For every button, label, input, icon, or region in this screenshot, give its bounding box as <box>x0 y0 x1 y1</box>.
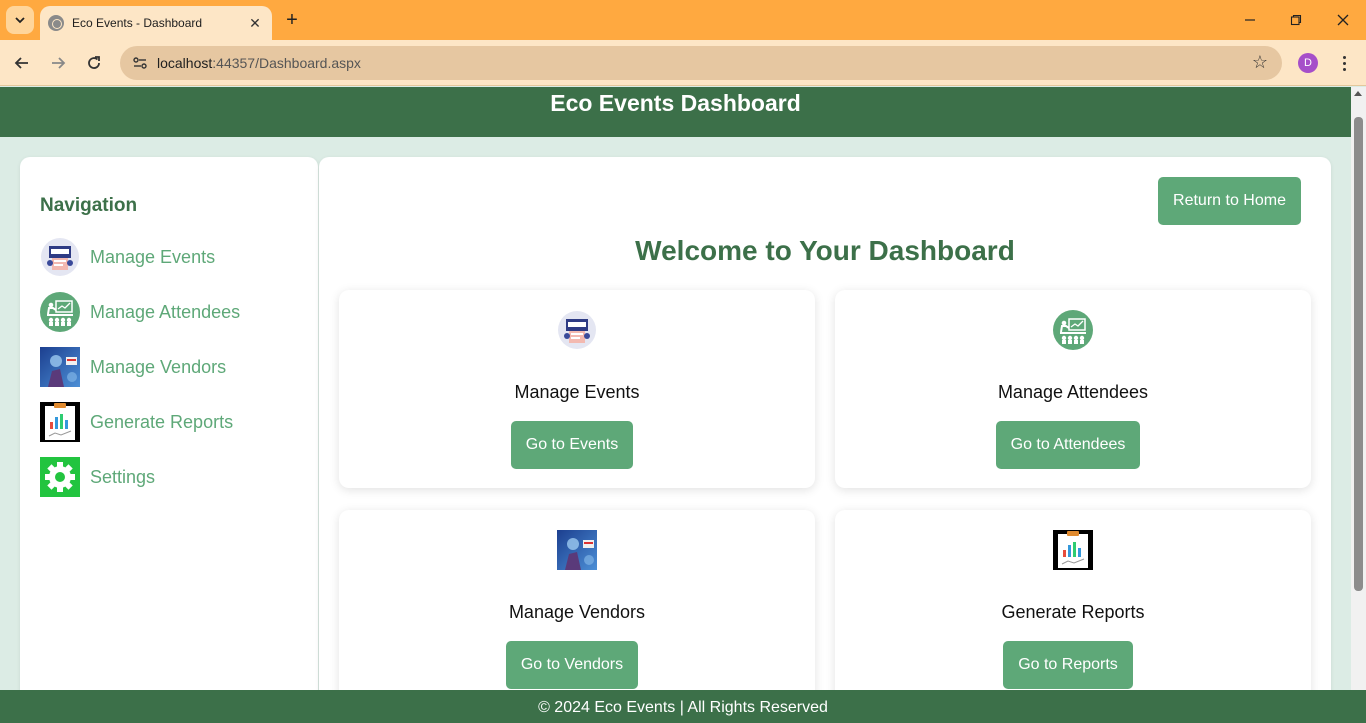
vendors-icon <box>40 347 80 387</box>
sidebar-navigation: Navigation Manage Events Manage Attendee… <box>20 157 318 717</box>
browser-tab-strip: Eco Events - Dashboard ✕ + <box>0 0 1366 40</box>
browser-menu-icon[interactable] <box>1334 51 1354 75</box>
go-to-attendees-button[interactable]: Go to Attendees <box>996 421 1140 469</box>
close-window-icon[interactable] <box>1331 8 1355 32</box>
page-footer: © 2024 Eco Events | All Rights Reserved <box>0 690 1366 723</box>
sidebar-item-label: Manage Events <box>90 246 216 267</box>
new-tab-button[interactable]: + <box>280 8 304 32</box>
sidebar-item-manage-vendors[interactable]: Manage Vendors <box>40 347 300 387</box>
sidebar-item-generate-reports[interactable]: Generate Reports <box>40 402 300 442</box>
profile-avatar[interactable]: D <box>1298 53 1318 73</box>
scroll-thumb[interactable] <box>1354 117 1363 591</box>
site-settings-icon[interactable] <box>132 55 148 71</box>
close-tab-icon[interactable]: ✕ <box>246 14 264 32</box>
card-manage-events: Manage Events Go to Events <box>339 290 815 488</box>
globe-icon <box>48 15 64 31</box>
return-home-button[interactable]: Return to Home <box>1158 177 1301 225</box>
card-generate-reports: Generate Reports Go to Reports <box>835 510 1311 717</box>
card-title: Manage Vendors <box>508 602 646 622</box>
sidebar-heading: Navigation <box>40 195 138 216</box>
chevron-down-icon <box>15 17 25 24</box>
gear-icon <box>40 457 80 497</box>
sidebar-item-manage-attendees[interactable]: Manage Attendees <box>40 292 300 332</box>
reload-icon[interactable] <box>81 50 107 76</box>
sidebar-item-label: Generate Reports <box>90 411 234 432</box>
card-title: Generate Reports <box>1001 602 1145 622</box>
address-bar[interactable]: localhost:44357/Dashboard.aspx ☆ <box>120 46 1282 80</box>
reports-icon <box>40 402 80 442</box>
sidebar-item-label: Manage Attendees <box>90 301 241 322</box>
url-text[interactable]: localhost:44357/Dashboard.aspx <box>157 55 361 71</box>
back-arrow-icon[interactable] <box>9 50 35 76</box>
welcome-heading: Welcome to Your Dashboard <box>635 235 1015 266</box>
page-title: Eco Events Dashboard <box>550 90 801 116</box>
browser-tab-active[interactable]: Eco Events - Dashboard ✕ <box>40 6 272 40</box>
page-scrollbar[interactable] <box>1351 87 1366 690</box>
card-title: Manage Attendees <box>997 382 1149 402</box>
sidebar-item-label: Manage Vendors <box>90 356 227 377</box>
sidebar-item-settings[interactable]: Settings <box>40 457 300 497</box>
minimize-icon[interactable] <box>1238 8 1262 32</box>
attendees-icon <box>40 292 80 332</box>
go-to-reports-button[interactable]: Go to Reports <box>1003 641 1133 689</box>
forward-arrow-icon[interactable] <box>45 50 71 76</box>
attendees-icon <box>1053 310 1093 350</box>
restore-icon[interactable] <box>1284 8 1308 32</box>
card-manage-attendees: Manage Attendees Go to Attendees <box>835 290 1311 488</box>
event-icon <box>41 238 79 276</box>
sidebar-item-manage-events[interactable]: Manage Events <box>40 237 300 277</box>
page-header: Eco Events Dashboard <box>0 87 1351 137</box>
main-content: Return to Home Welcome to Your Dashboard… <box>319 157 1331 717</box>
vendors-icon <box>557 530 597 570</box>
sidebar-item-label: Settings <box>90 466 156 487</box>
card-manage-vendors: Manage Vendors Go to Vendors <box>339 510 815 717</box>
tab-search-button[interactable] <box>6 6 34 34</box>
url-host: localhost <box>157 55 213 71</box>
reports-icon <box>1053 530 1093 570</box>
event-icon <box>558 311 596 349</box>
url-path: :44357/Dashboard.aspx <box>212 55 361 71</box>
go-to-events-button[interactable]: Go to Events <box>511 421 633 469</box>
card-title: Manage Events <box>514 382 640 402</box>
tab-title: Eco Events - Dashboard <box>72 16 203 30</box>
scroll-up-arrow-icon[interactable] <box>1354 91 1362 96</box>
bookmark-star-icon[interactable]: ☆ <box>1252 52 1268 73</box>
browser-toolbar: localhost:44357/Dashboard.aspx ☆ D <box>0 40 1366 86</box>
go-to-vendors-button[interactable]: Go to Vendors <box>506 641 638 689</box>
